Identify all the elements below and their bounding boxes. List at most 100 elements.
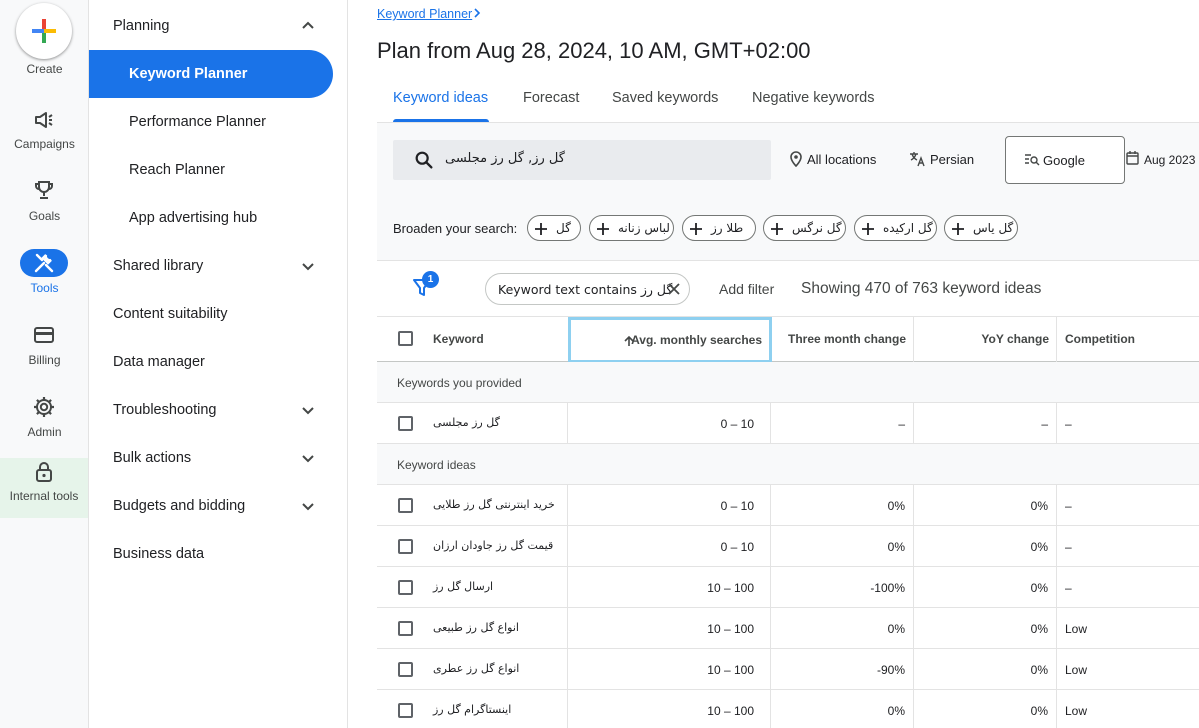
rail-item-billing[interactable]: Billing [0, 353, 89, 367]
table-row[interactable]: ارسال گل رز 10 – 100 -100% 0% – [377, 567, 1199, 608]
nav-item-business-data[interactable]: Business data [89, 530, 348, 578]
nav-label: Bulk actions [113, 450, 192, 466]
table-row[interactable]: قیمت گل رز جاودان ارزان 0 – 10 0% 0% – [377, 526, 1199, 567]
broaden-chip[interactable]: گل [527, 215, 581, 241]
rail-item-tools[interactable]: Tools [0, 281, 89, 295]
cell-yoy: 0% [1030, 540, 1048, 554]
nav-section-troubleshooting[interactable]: Troubleshooting [89, 386, 348, 434]
chevron-down-icon [302, 503, 314, 511]
tools-pill[interactable] [20, 249, 68, 277]
broaden-chip[interactable]: گل ارکیده [854, 215, 937, 241]
rail-item-campaigns[interactable]: Campaigns [0, 137, 89, 151]
cell-competition: Low [1065, 622, 1088, 636]
table-row[interactable]: گل رز مجلسی 0 – 10 – – – [377, 403, 1199, 444]
column-divider [913, 608, 914, 649]
broaden-chip[interactable]: گل نرگس [763, 215, 846, 241]
header-label: Three month change [787, 332, 906, 346]
rail-item-admin[interactable]: Admin [0, 425, 89, 439]
nav-label: Performance Planner [129, 114, 267, 130]
row-checkbox[interactable] [398, 703, 413, 718]
col-header-yoy-change[interactable]: YoY change [914, 317, 1056, 362]
row-checkbox[interactable] [398, 662, 413, 677]
nav-label: Data manager [113, 354, 205, 370]
table-row[interactable]: اینستاگرام گل رز 10 – 100 0% 0% Low [377, 690, 1199, 728]
group-label: Keyword ideas [397, 458, 476, 472]
chevron-up-icon [302, 21, 314, 29]
cell-yoy: 0% [1030, 499, 1048, 513]
nav-section-bulk-actions[interactable]: Bulk actions [89, 434, 348, 482]
column-divider [1056, 649, 1057, 690]
nav-item-keyword-planner[interactable]: Keyword Planner [89, 50, 333, 98]
nav-section-shared-library[interactable]: Shared library [89, 242, 348, 290]
column-divider [1056, 526, 1057, 567]
col-header-keyword[interactable]: Keyword [433, 317, 563, 362]
cell-three-month: 0% [887, 622, 905, 636]
nav-item-data-manager[interactable]: Data manager [89, 338, 348, 386]
language-selector[interactable]: Persian [930, 152, 974, 167]
row-checkbox[interactable] [398, 621, 413, 636]
rail-item-goals[interactable]: Goals [0, 209, 89, 223]
date-range-selector[interactable]: Aug 2023 [1144, 153, 1195, 167]
nav-item-content-suitability[interactable]: Content suitability [89, 290, 348, 338]
table-row[interactable]: انواع گل رز طبیعی 10 – 100 0% 0% Low [377, 608, 1199, 649]
col-header-competition[interactable]: Competition [1057, 317, 1199, 362]
tab-saved-keywords[interactable]: Saved keywords [612, 78, 718, 122]
cell-competition: Low [1065, 663, 1088, 677]
cell-competition: Low [1065, 704, 1088, 718]
nav-section-planning[interactable]: Planning [89, 2, 348, 50]
plus-icon [771, 223, 783, 235]
chevron-down-icon [302, 263, 314, 271]
table-row[interactable]: خرید اینترنتی گل رز طلایی 0 – 10 0% 0% – [377, 485, 1199, 526]
nav-label: Shared library [113, 258, 204, 274]
broaden-chip[interactable]: گل یاس [944, 215, 1018, 241]
nav-item-performance-planner[interactable]: Performance Planner [89, 98, 348, 146]
col-header-three-month-change[interactable]: Three month change [772, 317, 913, 362]
broaden-chip[interactable]: لباس زنانه [589, 215, 674, 241]
row-checkbox[interactable] [398, 580, 413, 595]
nav-label: Reach Planner [129, 162, 225, 178]
add-filter-button[interactable]: Add filter [719, 281, 774, 297]
group-row-ideas: Keyword ideas [377, 444, 1199, 485]
tab-forecast[interactable]: Forecast [523, 78, 579, 122]
breadcrumb-link[interactable]: Keyword Planner [377, 7, 472, 21]
column-divider [1056, 567, 1057, 608]
chip-label: گل ارکیده [883, 221, 933, 235]
network-selector[interactable]: Google [1005, 136, 1125, 184]
column-divider [1056, 608, 1057, 649]
credit-card-icon[interactable] [32, 323, 56, 347]
row-checkbox[interactable] [398, 498, 413, 513]
col-header-avg-monthly-searches[interactable]: Avg. monthly searches [568, 317, 772, 363]
internal-tools-item[interactable]: Internal tools [0, 458, 88, 518]
keyword-search-box[interactable]: گل رز, گل رز مجلسی [393, 140, 771, 180]
cell-yoy: 0% [1030, 704, 1048, 718]
broaden-chip[interactable]: طلا رز [682, 215, 756, 241]
column-divider [567, 485, 568, 526]
cell-keyword: خرید اینترنتی گل رز طلایی [433, 498, 555, 511]
create-button[interactable] [16, 3, 72, 59]
gear-icon[interactable] [32, 395, 56, 419]
close-icon[interactable] [667, 282, 681, 296]
tab-keyword-ideas[interactable]: Keyword ideas [393, 78, 488, 122]
lock-icon [36, 462, 52, 482]
tab-bar: Keyword ideas Forecast Saved keywords Ne… [377, 78, 1199, 122]
cell-yoy: 0% [1030, 581, 1048, 595]
row-checkbox[interactable] [398, 539, 413, 554]
select-all-checkbox[interactable] [398, 331, 413, 346]
nav-item-reach-planner[interactable]: Reach Planner [89, 146, 348, 194]
row-checkbox[interactable] [398, 416, 413, 431]
nav-label: Planning [113, 18, 170, 34]
nav-section-budgets-and-bidding[interactable]: Budgets and bidding [89, 482, 348, 530]
cell-three-month: -100% [870, 581, 905, 595]
column-divider [770, 608, 771, 649]
location-selector[interactable]: All locations [807, 152, 876, 167]
megaphone-icon[interactable] [32, 108, 56, 132]
results-count: Showing 470 of 763 keyword ideas [801, 280, 1042, 297]
table-row[interactable]: انواع گل رز عطری 10 – 100 -90% 0% Low [377, 649, 1199, 690]
cell-keyword: قیمت گل رز جاودان ارزان [433, 539, 554, 552]
tab-negative-keywords[interactable]: Negative keywords [752, 78, 875, 122]
nav-label: Troubleshooting [113, 402, 217, 418]
trophy-icon[interactable] [32, 178, 56, 202]
active-filter-chip[interactable]: Keyword text contains گل رز [485, 273, 690, 305]
nav-item-app-advertising-hub[interactable]: App advertising hub [89, 194, 348, 242]
column-divider [913, 526, 914, 567]
